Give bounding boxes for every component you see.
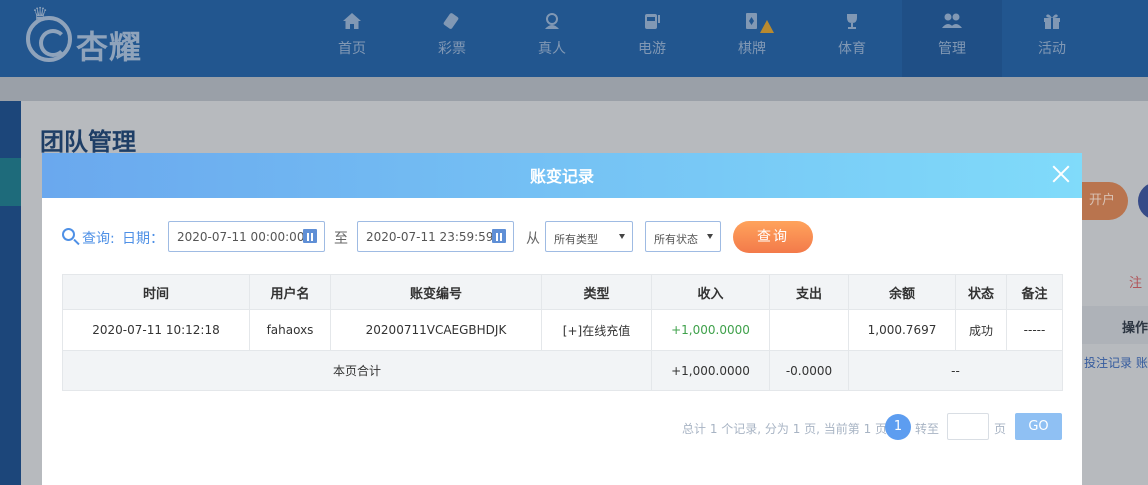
table-header-row: 时间 用户名 账变编号 类型 收入 支出 余额 状态 备注 [62,274,1063,310]
close-icon[interactable] [1050,163,1072,185]
calendar-icon[interactable] [492,229,506,243]
nav-cards-label: 棋牌 [738,41,766,57]
cell-income: +1,000.0000 [651,309,770,351]
query-label: 查询: [82,231,115,247]
col-header-status: 状态 [955,274,1007,310]
nav-live-label: 真人 [538,41,566,57]
summary-row: 本页合计 +1,000.0000 -0.0000 -- [62,350,1063,391]
nav-slots-label: 电游 [638,41,666,57]
col-header-balance: 余额 [848,274,956,310]
open-account-button[interactable]: 开户 [1076,182,1128,220]
top-navbar: ♛ 杏耀 首页 彩票 真人 电游 棋牌 体育 管理 活动 [0,0,1148,77]
col-header-username: 用户名 [249,274,331,310]
card-game-icon [702,12,802,36]
modal-header: 账变记录 [42,153,1082,198]
slot-machine-icon [602,12,702,36]
cell-balance: 1,000.7697 [848,309,956,351]
to-label: 至 [334,231,348,247]
logo-crest-icon [26,16,72,62]
brand-logo[interactable]: ♛ 杏耀 [22,4,172,72]
dropdown-arrow-icon [707,234,713,239]
cell-serial: 20200711VCAEGBHDJK [330,309,542,351]
calendar-icon[interactable] [303,229,317,243]
start-date-input[interactable] [168,221,325,252]
type-select[interactable]: 所有类型 [545,221,633,252]
search-icon [62,228,75,241]
date-label: 日期： [122,231,164,247]
background-action-links[interactable]: 投注记录 账 [1084,354,1148,371]
table-row: 2020-07-11 10:12:18 fahaoxs 20200711VCAE… [62,309,1063,351]
dropdown-arrow-icon [619,234,625,239]
query-button[interactable]: 查询 [733,221,813,253]
nav-lottery[interactable]: 彩票 [402,0,502,77]
pagination: 总计 1 个记录, 分为 1 页, 当前第 1 页 1 转至 页 GO [42,412,1082,440]
lottery-icon [402,12,502,36]
summary-balance: -- [848,350,1063,391]
modal-title: 账变记录 [529,167,594,186]
account-records-modal: 账变记录 查询: 日期： 至 从 所有类型 所有状态 查询 时间 [42,153,1082,485]
col-header-time: 时间 [62,274,250,310]
nav-manage[interactable]: 管理 [902,0,1002,77]
live-dealer-icon [502,12,602,36]
summary-expense: -0.0000 [769,350,849,391]
hot-badge-icon [760,20,774,33]
background-note: 注 [1129,276,1143,291]
page-unit-label: 页 [994,422,1007,436]
col-header-expense: 支出 [769,274,849,310]
cell-time: 2020-07-11 10:12:18 [62,309,250,351]
background-strip [0,77,1148,101]
nav-promotions[interactable]: 活动 [1002,0,1102,77]
operation-column-header: 操作 [1122,321,1148,336]
nav-cards[interactable]: 棋牌 [702,0,802,77]
sidebar [0,101,21,485]
nav-lottery-label: 彩票 [438,41,466,57]
nav-home[interactable]: 首页 [302,0,402,77]
nav-slots[interactable]: 电游 [602,0,702,77]
cell-type: [+]在线充值 [541,309,652,351]
sidebar-active-item[interactable] [0,158,21,206]
filter-bar: 查询: 日期： 至 从 所有类型 所有状态 查询 [42,221,1082,253]
trophy-icon [802,12,902,36]
users-icon [902,12,1002,36]
from-label: 从 [526,231,540,247]
col-header-remark: 备注 [1006,274,1063,310]
nav-manage-label: 管理 [938,41,966,57]
background-table-header: 操作 [1082,306,1148,344]
status-select-value: 所有状态 [654,233,698,246]
status-select[interactable]: 所有状态 [645,221,721,252]
type-select-value: 所有类型 [554,233,598,246]
brand-name: 杏耀 [76,28,143,66]
nav-home-label: 首页 [338,41,366,57]
nav-live[interactable]: 真人 [502,0,602,77]
go-button[interactable]: GO [1015,413,1062,440]
gift-icon [1002,12,1102,36]
col-header-income: 收入 [651,274,770,310]
nav-sports-label: 体育 [838,41,866,57]
end-date-input[interactable] [357,221,514,252]
records-table: 时间 用户名 账变编号 类型 收入 支出 余额 状态 备注 2020-07-11… [62,274,1063,391]
col-header-type: 类型 [541,274,652,310]
cell-remark: ----- [1006,309,1063,351]
goto-label: 转至 [915,422,940,436]
summary-label: 本页合计 [62,350,652,391]
summary-income: +1,000.0000 [651,350,770,391]
col-header-serial: 账变编号 [330,274,542,310]
current-page-button[interactable]: 1 [885,414,911,440]
pagination-summary: 总计 1 个记录, 分为 1 页, 当前第 1 页 [682,422,888,436]
nav-promotions-label: 活动 [1038,41,1066,57]
nav-sports[interactable]: 体育 [802,0,902,77]
cell-username: fahaoxs [249,309,331,351]
page-number-input[interactable] [947,413,989,440]
page-title: 团队管理 [40,128,136,156]
cell-expense [769,309,849,351]
home-icon [302,12,402,36]
cell-status: 成功 [955,309,1007,351]
